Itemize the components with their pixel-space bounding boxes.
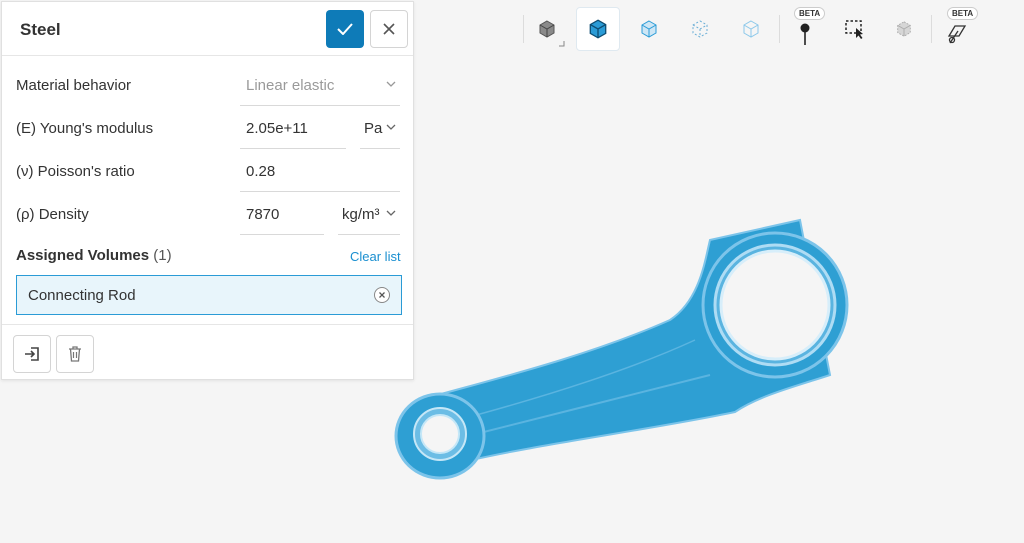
youngs-modulus-unit: Pa — [364, 120, 383, 137]
youngs-modulus-label: (E) Young's modulus — [16, 120, 154, 137]
trash-icon — [69, 346, 81, 362]
solid-view-button[interactable] — [525, 7, 569, 51]
assigned-volume-name: Connecting Rod — [28, 287, 136, 304]
youngs-modulus-unit-select[interactable]: Pa — [360, 106, 400, 149]
transparent-view-icon — [641, 20, 657, 38]
poissons-ratio-value: 0.28 — [246, 163, 276, 180]
confirm-button[interactable] — [326, 10, 364, 48]
footer-divider — [2, 324, 413, 325]
material-behavior-row: Material behavior Linear elastic — [2, 63, 413, 106]
density-value: 7870 — [246, 206, 280, 223]
solid-edges-view-icon — [589, 19, 607, 39]
assigned-volumes-heading: Assigned Volumes (1) — [16, 247, 172, 264]
connecting-rod-model[interactable] — [380, 200, 860, 490]
panel-title: Steel — [20, 20, 61, 39]
outline-view-button[interactable] — [729, 7, 773, 51]
solid-view-icon — [539, 20, 555, 38]
outline-view-icon — [743, 20, 759, 38]
pin-icon — [800, 23, 810, 45]
panel-header: Steel — [2, 2, 413, 56]
density-unit: kg/m³ — [342, 206, 380, 223]
close-icon — [383, 23, 395, 35]
close-button[interactable] — [370, 10, 408, 48]
import-icon — [25, 347, 39, 361]
material-behavior-select[interactable]: Linear elastic — [240, 63, 400, 106]
poissons-ratio-input[interactable]: 0.28 — [240, 149, 400, 192]
check-icon — [337, 23, 353, 35]
beta-badge: BETA — [794, 7, 826, 20]
poissons-ratio-label: (ν) Poisson's ratio — [16, 163, 135, 180]
density-row: (ρ) Density 7870 kg/m³ — [2, 192, 413, 235]
transparent-view-button[interactable] — [627, 7, 671, 51]
chevron-down-icon — [386, 124, 396, 130]
assigned-volumes-count: (1) — [153, 247, 172, 264]
toolbar-divider — [523, 15, 524, 43]
hide-selection-icon — [897, 21, 911, 37]
youngs-modulus-row: (E) Young's modulus 2.05e+11 Pa — [2, 106, 413, 149]
big-end-bore — [719, 249, 831, 361]
material-behavior-label: Material behavior — [16, 77, 132, 94]
small-end-bore — [420, 414, 460, 454]
material-panel: Steel Material behavior Linear elastic (… — [1, 1, 414, 380]
section-cut-button[interactable]: BETA — [935, 7, 979, 51]
assigned-volumes-label: Assigned Volumes — [16, 247, 150, 264]
assigned-volume-item[interactable]: Connecting Rod — [16, 275, 402, 315]
poissons-ratio-row: (ν) Poisson's ratio 0.28 — [2, 149, 413, 192]
solid-edges-view-button[interactable] — [576, 7, 620, 51]
chevron-down-icon — [386, 81, 396, 87]
beta-badge: BETA — [947, 7, 979, 20]
box-select-icon — [845, 20, 863, 39]
density-label: (ρ) Density — [16, 206, 89, 223]
toolbar-divider — [931, 15, 932, 43]
density-input[interactable]: 7870 — [240, 192, 324, 235]
material-behavior-value: Linear elastic — [246, 77, 335, 94]
toolbar-divider — [779, 15, 780, 43]
wireframe-view-button[interactable] — [678, 7, 722, 51]
wireframe-view-icon — [692, 20, 708, 38]
section-cut-icon — [947, 25, 967, 44]
box-select-button[interactable] — [833, 7, 877, 51]
corner-arrow-icon — [559, 41, 565, 47]
hide-selection-button[interactable] — [882, 7, 926, 51]
youngs-modulus-input[interactable]: 2.05e+11 — [240, 106, 346, 149]
delete-button[interactable] — [56, 335, 94, 373]
assign-selection-button[interactable] — [13, 335, 51, 373]
youngs-modulus-value: 2.05e+11 — [246, 120, 308, 137]
point-probe-button[interactable]: BETA — [783, 7, 827, 51]
